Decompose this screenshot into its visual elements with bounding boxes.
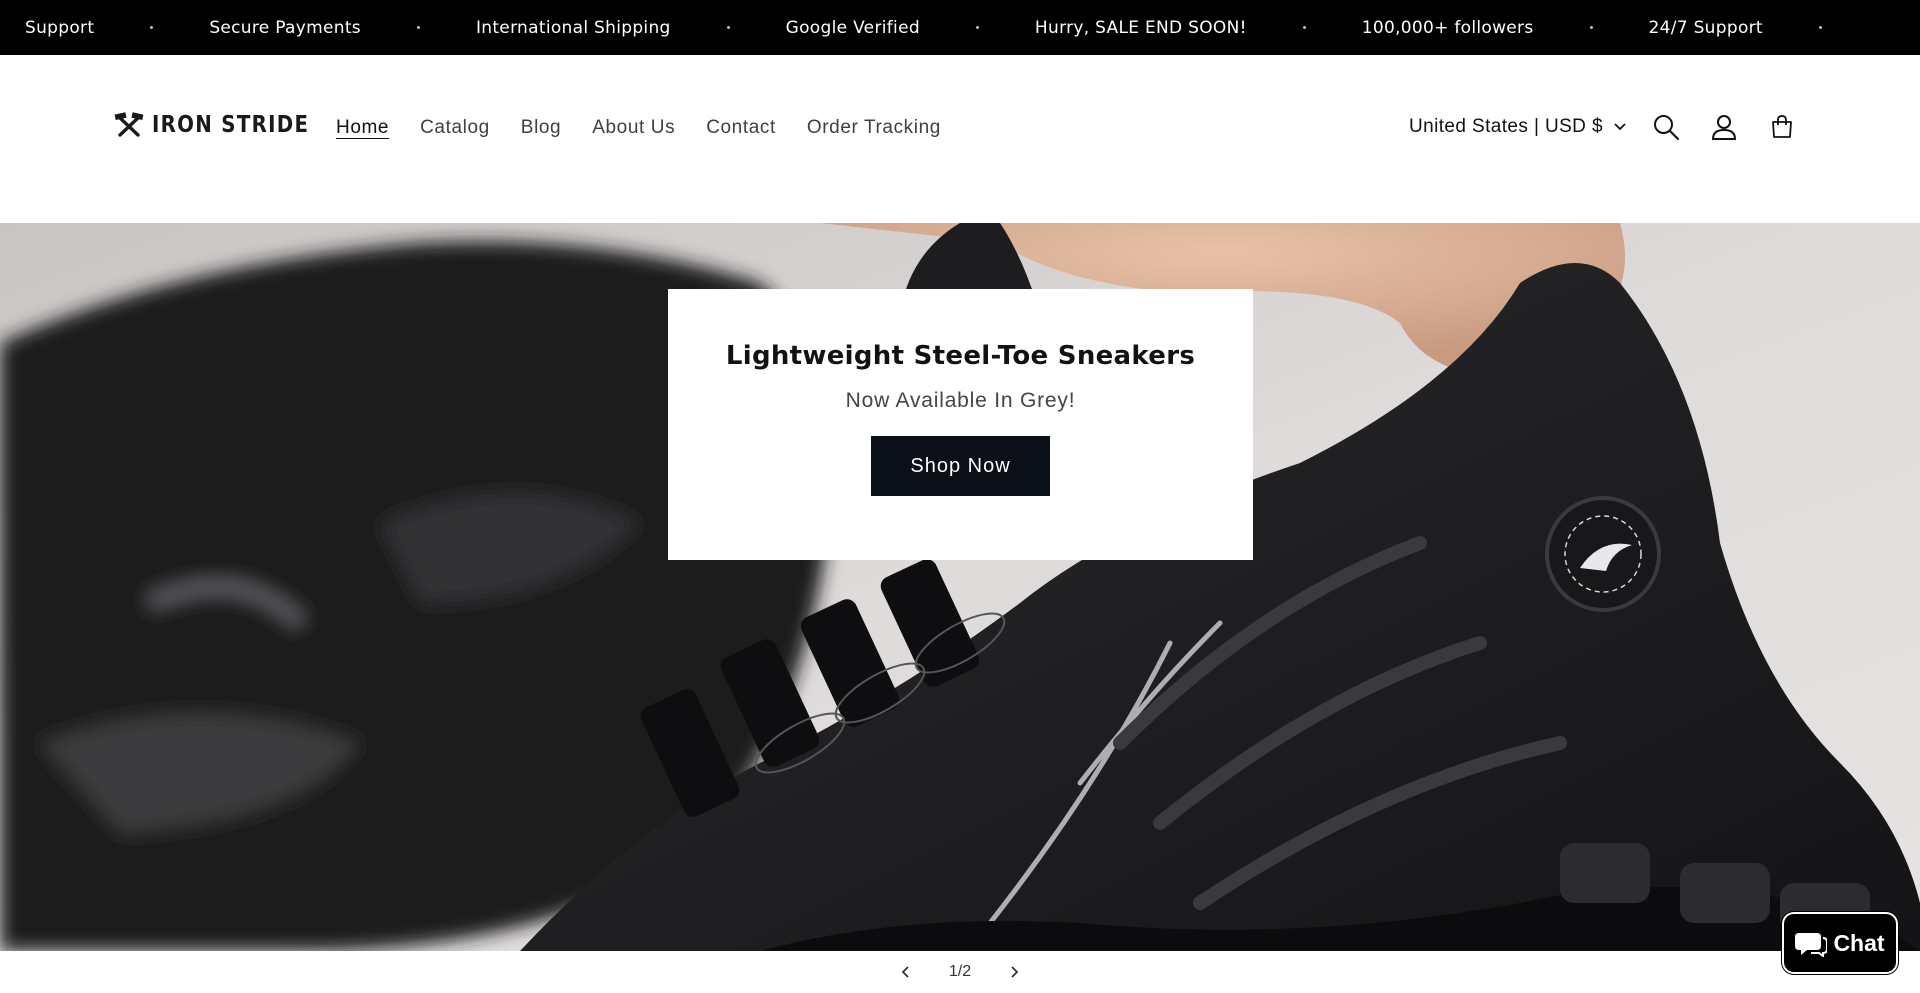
chat-button[interactable]: Chat xyxy=(1782,912,1898,974)
chat-bubble-icon xyxy=(1795,933,1828,957)
crossed-hammers-icon xyxy=(114,112,144,137)
separator-dot xyxy=(1302,26,1306,29)
search-icon[interactable] xyxy=(1651,112,1681,142)
shop-now-button[interactable]: Shop Now xyxy=(871,436,1050,496)
separator-dot xyxy=(1589,26,1593,29)
cart-icon[interactable] xyxy=(1767,112,1797,142)
separator-dot xyxy=(1818,26,1822,29)
main-nav: Home Catalog Blog About Us Contact Order… xyxy=(336,117,941,139)
slide-counter: 1/2 xyxy=(948,963,972,980)
announcement-message: Google Verified xyxy=(785,17,920,38)
announcement-bar: Support Secure Payments International Sh… xyxy=(0,0,1920,55)
chevron-down-icon xyxy=(1614,123,1626,131)
separator-dot xyxy=(975,26,979,29)
slider-controls: 1/2 xyxy=(0,951,1920,993)
hero-slideshow: Lightweight Steel-Toe Sneakers Now Avail… xyxy=(0,223,1920,951)
hero-content-box: Lightweight Steel-Toe Sneakers Now Avail… xyxy=(668,289,1253,560)
separator-dot xyxy=(416,26,420,29)
announcement-message: Secure Payments xyxy=(209,17,361,38)
locale-label: United States | USD $ xyxy=(1409,116,1603,137)
nav-blog[interactable]: Blog xyxy=(521,117,561,139)
chevron-right-icon xyxy=(1011,966,1019,978)
hero-subtitle: Now Available In Grey! xyxy=(845,389,1076,412)
site-header: IRON STRIDE Home Catalog Blog About Us C… xyxy=(0,55,1920,223)
nav-contact[interactable]: Contact xyxy=(706,117,776,139)
announcement-track: Support Secure Payments International Sh… xyxy=(0,18,1878,38)
nav-home[interactable]: Home xyxy=(336,117,389,139)
announcement-message: 24/7 Support xyxy=(1648,17,1763,38)
logo-text: IRON STRIDE xyxy=(152,112,310,138)
account-icon[interactable] xyxy=(1709,112,1739,142)
country-currency-selector[interactable]: United States | USD $ xyxy=(1409,116,1627,138)
announcement-message: 100,000+ followers xyxy=(1361,17,1534,38)
separator-dot xyxy=(150,26,154,29)
chevron-left-icon xyxy=(901,966,909,978)
nav-order-tracking[interactable]: Order Tracking xyxy=(807,117,941,139)
chat-label: Chat xyxy=(1833,929,1885,956)
previous-slide-button[interactable] xyxy=(895,962,915,982)
nav-about-us[interactable]: About Us xyxy=(592,117,675,139)
nav-catalog[interactable]: Catalog xyxy=(420,117,490,139)
separator-dot xyxy=(726,26,730,29)
hero-title: Lightweight Steel-Toe Sneakers xyxy=(725,341,1196,371)
next-slide-button[interactable] xyxy=(1005,962,1025,982)
announcement-message: International Shipping xyxy=(475,17,671,38)
announcement-message: Support xyxy=(25,17,95,38)
store-logo[interactable]: IRON STRIDE xyxy=(114,112,335,138)
announcement-message: Hurry, SALE END SOON! xyxy=(1034,17,1247,38)
